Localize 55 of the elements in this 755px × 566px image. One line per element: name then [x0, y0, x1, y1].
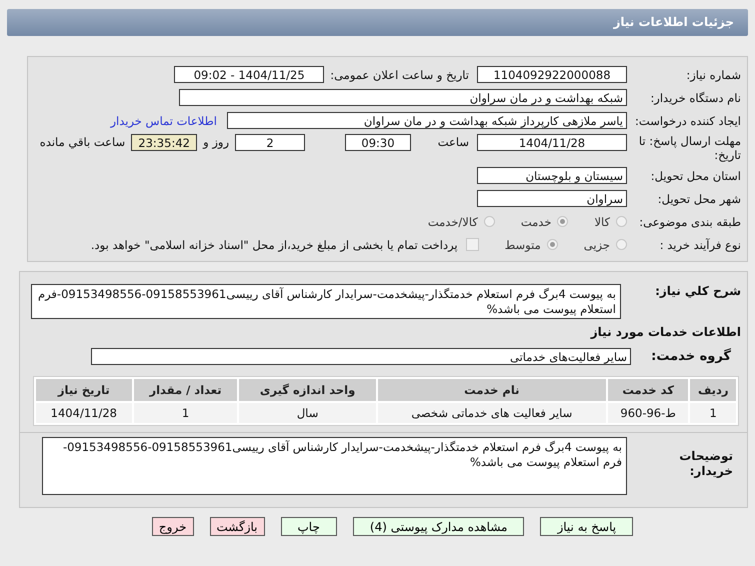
buyer-notes-field[interactable]: به پیوست 4برگ فرم استعلام خدمتگذار-پیشخدمت-سرایدار کارشناس آقای رییسی09158553961-09153498556-فرم استعلام پیوست می باشد%: [42, 437, 627, 495]
field-label: ایجاد کننده درخواست:: [634, 114, 742, 128]
action-button[interactable]: پاسخ به نیاز: [540, 517, 634, 536]
field-label: شرح کلي نیاز:: [654, 284, 742, 298]
city-field[interactable]: سراوان: [477, 190, 627, 207]
service-group-field[interactable]: سایر فعالیت‌های خدماتی: [91, 348, 631, 365]
announce-date-field[interactable]: 1404/11/25 - 09:02: [174, 66, 324, 83]
field-label: شهر محل تحویل:: [656, 192, 742, 206]
column-header: واحد اندازه گیری: [239, 379, 376, 401]
column-header: نام خدمت: [378, 379, 606, 401]
need-number-field[interactable]: 1104092922000088: [477, 66, 627, 83]
column-header: تاریخ نیاز: [36, 379, 132, 401]
buyer-contact-link[interactable]: اطلاعات تماس خریدار: [110, 114, 217, 128]
treasury-checkbox[interactable]: [466, 238, 479, 251]
field-label: شماره نیاز:: [685, 68, 742, 82]
creator-field[interactable]: یاسر ملازهی کارپرداز شبکه بهداشت و در مان سراوان: [227, 112, 627, 129]
deadline-time-field[interactable]: 09:30: [345, 134, 411, 151]
field-label: طبقه بندی موضوعی:: [638, 214, 742, 228]
days-label: روز و: [203, 134, 229, 151]
remaining-time-field[interactable]: 23:35:42: [131, 134, 198, 151]
field-label: استان محل تحویل:: [650, 168, 742, 182]
category-radio[interactable]: خدمت: [520, 214, 568, 228]
page-header: جزئیات اطلاعات نیاز: [7, 9, 748, 36]
action-button[interactable]: بازگشت: [210, 517, 264, 536]
table-cell: سایر فعالیت های خدماتی شخصی: [378, 403, 606, 423]
table-cell: 1: [134, 403, 238, 423]
table-cell: ط-96-960: [608, 403, 688, 423]
description-field[interactable]: به پیوست 4برگ فرم استعلام خدمتگذار-پیشخدمت-سرایدار کارشناس آقای رییسی09158553961-09153498556-فرم استعلام پیوست می باشد%: [31, 284, 621, 319]
action-button[interactable]: مشاهده مدارک پیوستی (4): [352, 517, 524, 536]
category-radio[interactable]: کالا/خدمت: [428, 214, 495, 228]
field-label: مهلت ارسال پاسخ: تا تاریخ:: [638, 134, 742, 162]
table-cell: 1: [690, 403, 736, 423]
field-label: نوع فرآیند خرید :: [658, 238, 742, 252]
action-button[interactable]: خروج: [152, 517, 194, 536]
buyer-name-field[interactable]: شبکه بهداشت و در مان سراوان: [179, 89, 627, 106]
column-header: تعداد / مقدار: [134, 379, 238, 401]
column-header: کد خدمت: [608, 379, 688, 401]
field-label: تاریخ و ساعت اعلان عمومی:: [330, 68, 469, 82]
field-label: گروه خدمت:: [650, 349, 732, 364]
table-cell: سال: [239, 403, 376, 423]
column-header: ردیف: [690, 379, 736, 401]
process-radio[interactable]: جزیی: [584, 238, 627, 252]
section-title: اطلاعات خدمات مورد نیاز: [589, 325, 742, 339]
field-label: توضیحات خریدار:: [678, 449, 734, 479]
treasury-note: پرداخت تمام یا بخشی از مبلغ خرید،از محل "اسناد خزانه اسلامی" خواهد بود.: [90, 238, 458, 252]
action-button[interactable]: چاپ: [280, 517, 337, 536]
field-label: نام دستگاه خریدار:: [649, 90, 742, 104]
process-radio[interactable]: متوسط: [504, 238, 558, 252]
remaining-label: ساعت باقي مانده: [40, 134, 126, 151]
table-cell: 1404/11/28: [36, 403, 132, 423]
province-field[interactable]: سیستان و بلوچستان: [477, 167, 627, 184]
category-radio[interactable]: کالا: [594, 214, 627, 228]
days-field[interactable]: 2: [235, 134, 305, 151]
deadline-date-field[interactable]: 1404/11/28: [477, 134, 627, 151]
time-label: ساعت: [436, 134, 469, 151]
